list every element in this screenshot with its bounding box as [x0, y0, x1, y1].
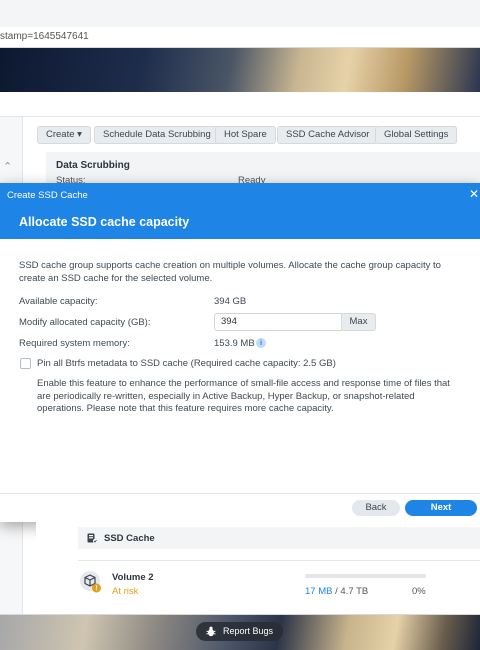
volume-total: 4.7 TB [340, 586, 369, 597]
dialog-footer-divider [0, 493, 480, 494]
available-capacity-value: 394 GB [214, 296, 247, 307]
ssd-cache-icon [87, 533, 97, 543]
app-header [0, 92, 480, 117]
create-button-label: Create [46, 129, 75, 140]
volume-name[interactable]: Volume 2 [112, 572, 154, 583]
available-capacity-label: Available capacity: [19, 296, 98, 307]
browser-tab-strip [0, 0, 480, 28]
allocated-capacity-input[interactable]: 394 [214, 313, 344, 331]
address-bar-url: stamp=1645547641 [0, 31, 89, 42]
required-memory-label: Required system memory: [19, 338, 130, 349]
dialog-heading: Allocate SSD cache capacity [19, 215, 190, 229]
modify-capacity-label: Modify allocated capacity (GB): [19, 317, 151, 328]
volume-usage-bar [305, 574, 426, 578]
ssd-cache-title: SSD Cache [104, 533, 155, 544]
pin-metadata-checkbox[interactable] [20, 358, 31, 369]
pin-metadata-label[interactable]: Pin all Btrfs metadata to SSD cache (Req… [37, 358, 336, 369]
back-button[interactable]: Back [352, 500, 400, 516]
bug-icon [206, 626, 216, 637]
desktop-wallpaper-top [0, 48, 480, 92]
chevron-up-icon[interactable]: ⌃ [3, 160, 12, 173]
volume-status: At risk [112, 586, 139, 597]
volume-used: 17 MB [305, 586, 333, 597]
ssd-cache-advisor-button[interactable]: SSD Cache Advisor [277, 126, 379, 144]
info-icon[interactable]: i [256, 338, 266, 348]
pin-metadata-description: Enable this feature to enhance the perfo… [37, 378, 450, 414]
caret-down-icon: ▾ [77, 129, 82, 140]
create-button[interactable]: Create ▾ [37, 126, 91, 144]
max-button[interactable]: Max [341, 313, 376, 331]
report-bugs-button[interactable]: Report Bugs [196, 622, 283, 641]
dialog-description: SSD cache group supports cache creation … [19, 260, 441, 284]
data-scrubbing-title: Data Scrubbing [56, 160, 130, 171]
hot-spare-button[interactable]: Hot Spare [215, 126, 276, 144]
close-icon[interactable]: ✕ [469, 188, 479, 200]
report-bugs-label: Report Bugs [223, 626, 274, 636]
schedule-data-scrubbing-button[interactable]: Schedule Data Scrubbing [94, 126, 220, 144]
global-settings-button[interactable]: Global Settings [375, 126, 458, 144]
volume-divider [78, 560, 480, 561]
required-memory-value: 153.9 MB [214, 338, 255, 349]
volume-cube-icon [80, 571, 101, 593]
volume-usage-percent: 0% [412, 586, 426, 597]
dialog-window-title: Create SSD Cache [7, 190, 88, 201]
volume-usage-text: 17 MB / 4.7 TB [305, 586, 368, 597]
next-button[interactable]: Next [405, 500, 477, 516]
